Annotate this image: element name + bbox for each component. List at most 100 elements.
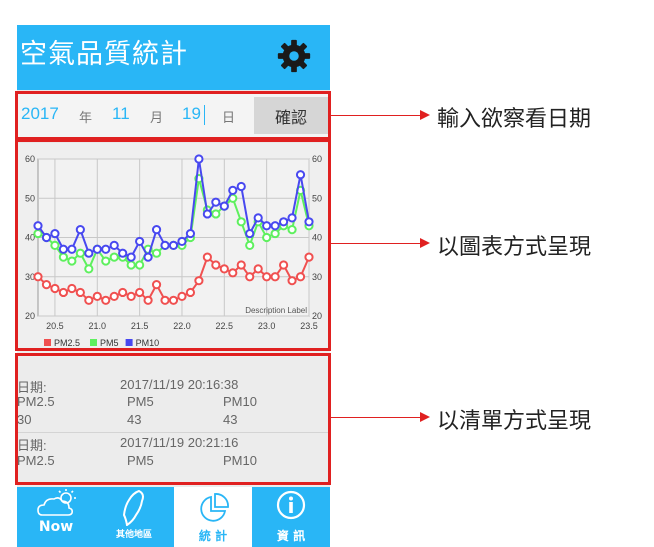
day-unit-label: 日: [222, 111, 236, 126]
data-point: [287, 225, 297, 235]
tab-label: 統 計: [198, 529, 228, 543]
data-point: [295, 170, 306, 180]
data-point: [177, 236, 187, 247]
pm5-value: 43: [127, 412, 142, 427]
data-point: [33, 221, 43, 231]
y-tick-label-left: 20: [25, 311, 35, 321]
data-point: [245, 240, 255, 250]
y-tick-label-left: 60: [25, 154, 35, 164]
data-point: [92, 244, 102, 254]
data-point: [143, 252, 153, 262]
arrow-head: [420, 238, 430, 248]
legend-swatch: [90, 339, 97, 346]
year-unit-label: 年: [79, 111, 93, 126]
arrow-head: [420, 412, 430, 422]
pm10-value: 43: [223, 412, 238, 427]
tab-other-regions[interactable]: 其他地區: [95, 487, 173, 547]
arrow-line: [331, 417, 421, 418]
data-point: [75, 248, 85, 258]
year-input[interactable]: 2017: [21, 104, 59, 124]
data-point: [92, 291, 102, 301]
month-input[interactable]: 11: [112, 104, 130, 124]
data-point: [151, 248, 162, 258]
legend-label: PM10: [136, 338, 160, 348]
chart-description: Description Label: [245, 306, 307, 315]
arrow-head: [420, 110, 430, 120]
bottom-nav: Now 其他地區 統 計 資 訊: [17, 487, 330, 547]
gear-icon[interactable]: [275, 37, 313, 75]
data-point: [194, 154, 204, 164]
data-point: [109, 291, 119, 301]
data-point: [236, 260, 246, 270]
data-point: [202, 209, 212, 219]
day-input[interactable]: 19: [182, 104, 201, 124]
data-point: [245, 272, 255, 282]
data-point: [160, 295, 170, 305]
info-icon: [276, 490, 306, 520]
data-point: [168, 240, 179, 250]
data-point: [262, 232, 272, 243]
pm5-header: PM5: [127, 453, 154, 468]
tab-info[interactable]: 資 訊: [252, 487, 330, 547]
tab-now[interactable]: Now: [17, 487, 95, 547]
data-point: [160, 240, 170, 250]
data-point: [219, 264, 229, 274]
data-point: [253, 213, 263, 223]
data-point: [101, 256, 111, 266]
data-point: [101, 295, 111, 305]
record-list[interactable]: 日期: 2017/11/19 20:16:38 PM2.5 PM5 PM10 3…: [17, 357, 330, 487]
cloud-sun-icon: [37, 489, 76, 516]
data-point: [304, 217, 314, 227]
line-chart: 20 2030 3040 4050 5060 6020.5 21.0 21.5 22.0 22.5…: [25, 154, 322, 348]
data-point: [58, 252, 69, 262]
tab-label: Now: [38, 519, 74, 535]
data-point: [33, 272, 43, 282]
data-point: [245, 228, 255, 239]
data-point: [287, 213, 297, 223]
pm10-header: PM10: [223, 453, 257, 468]
data-point: [126, 291, 136, 301]
data-point: [41, 232, 52, 243]
text-cursor: [204, 105, 205, 125]
data-point: [270, 221, 280, 231]
data-point: [278, 260, 289, 270]
annotation-list: 以清單方式呈現: [437, 409, 592, 434]
legend-swatch: [44, 339, 51, 346]
data-point: [109, 252, 119, 262]
data-point: [185, 287, 196, 298]
x-tick-label: 21.0: [89, 321, 107, 331]
data-point: [58, 287, 69, 298]
month-unit-label: 月: [150, 111, 164, 126]
data-point: [135, 260, 145, 270]
date-label: 日期:: [17, 438, 47, 453]
data-point: [219, 201, 229, 211]
legend-label: PM2.5: [54, 338, 80, 348]
pm10-header: PM10: [223, 394, 257, 409]
app-title: 空氣品質統計: [20, 39, 188, 70]
data-point: [126, 260, 136, 270]
data-point: [270, 272, 280, 282]
data-point: [185, 228, 196, 239]
data-point: [278, 217, 289, 227]
y-tick-label-left: 50: [25, 193, 35, 203]
tab-label: 資 訊: [276, 529, 306, 543]
data-point: [151, 280, 162, 290]
data-point: [67, 283, 77, 294]
data-point: [304, 252, 314, 262]
x-tick-label: 22.0: [173, 321, 191, 331]
data-point: [67, 256, 77, 266]
phone-screen: 空氣品質統計 2017 年 11 月 19 日 確認 20 20 30 30 40 40 5…: [17, 25, 330, 547]
data-point: [118, 287, 128, 298]
tab-statistics[interactable]: 統 計: [174, 487, 252, 547]
y-tick-label-right: 50: [312, 193, 322, 203]
list-item[interactable]: 日期: 2017/11/19 20:16:38 PM2.5 PM5 PM10 3…: [17, 377, 330, 429]
list-item[interactable]: 日期: 2017/11/19 20:21:16 PM2.5 PM5 PM10: [17, 432, 330, 484]
data-point: [228, 185, 238, 196]
data-point: [228, 268, 238, 278]
data-point: [151, 225, 162, 235]
record-datetime: 2017/11/19 20:16:38: [120, 377, 239, 392]
data-point: [41, 280, 52, 290]
taiwan-map-icon: [122, 490, 144, 526]
data-point: [262, 272, 272, 282]
confirm-button[interactable]: 確認: [254, 97, 328, 134]
